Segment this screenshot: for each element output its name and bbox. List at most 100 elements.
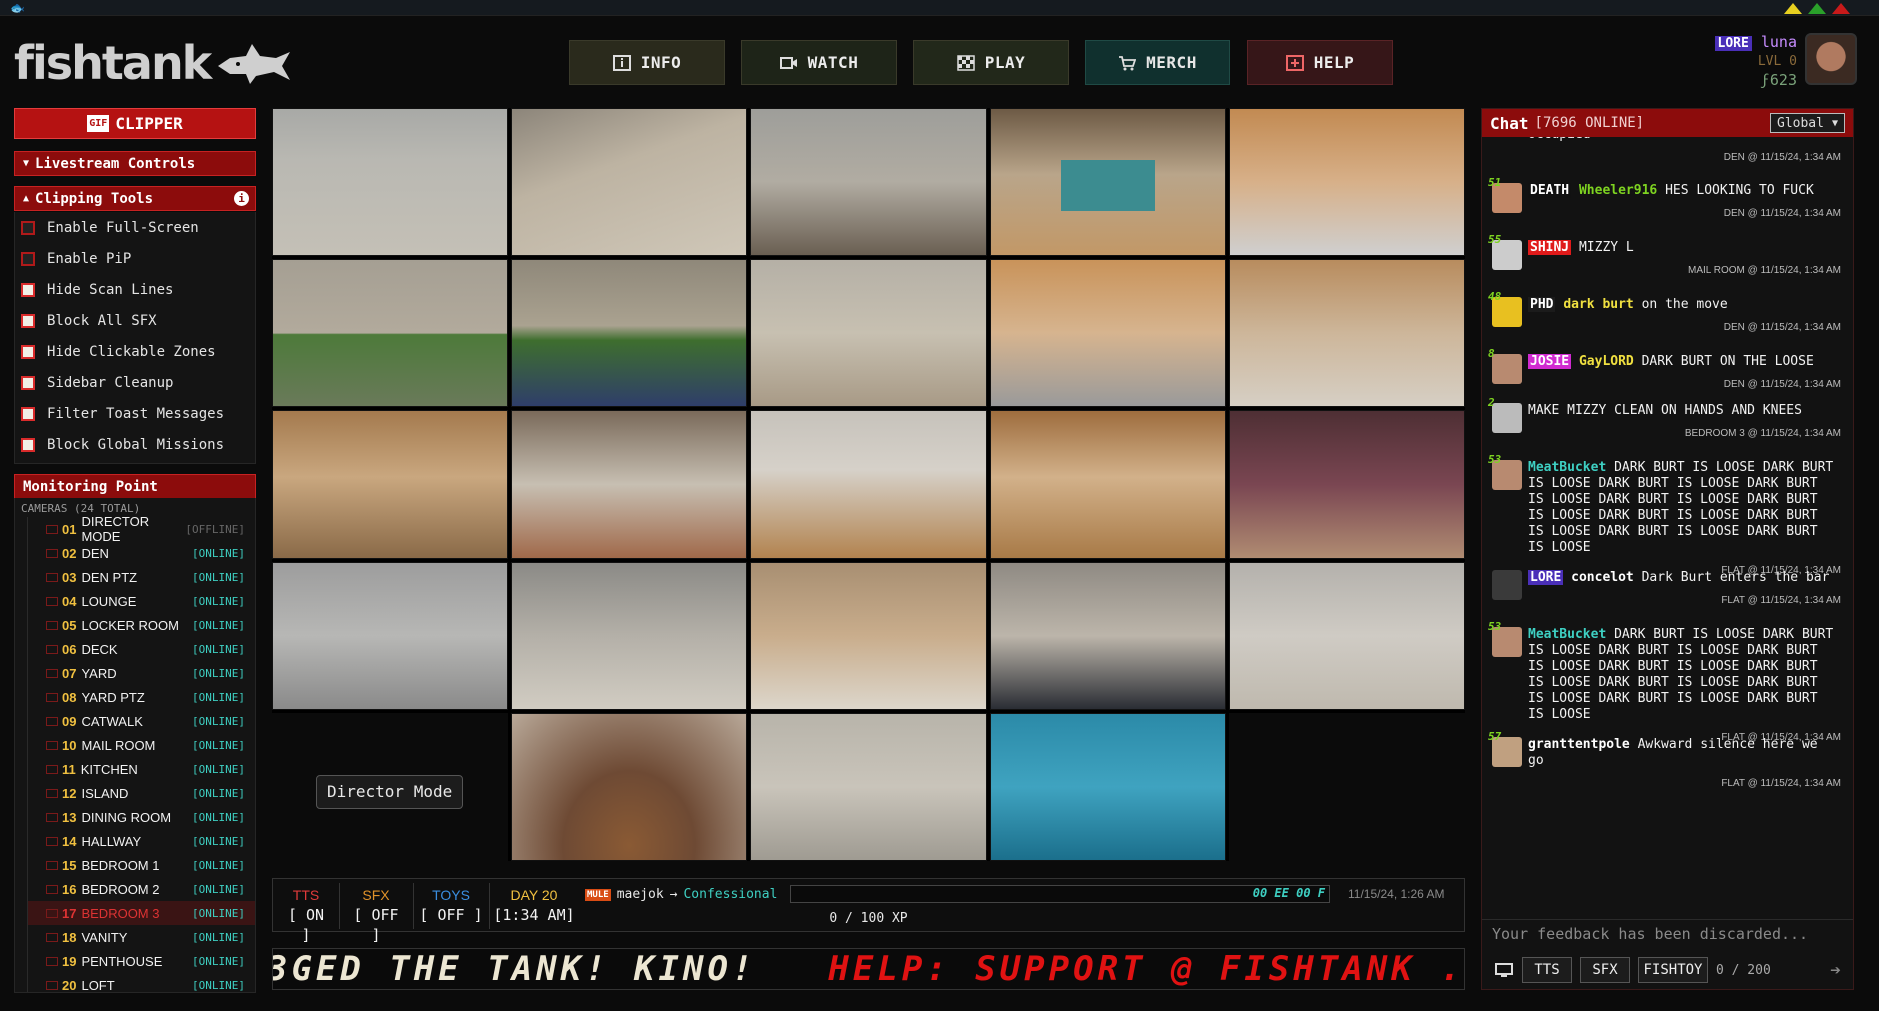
- checkbox[interactable]: [21, 313, 35, 328]
- camera-tile[interactable]: [750, 561, 987, 710]
- checkbox[interactable]: [21, 437, 35, 452]
- camera-item[interactable]: 14 HALLWAY [ONLINE]: [27, 829, 255, 853]
- chat-user[interactable]: dark burt: [1563, 297, 1633, 312]
- camera-tile[interactable]: [511, 108, 748, 257]
- camera-tile[interactable]: [511, 712, 748, 861]
- camera-item[interactable]: 01 DIRECTOR MODE [OFFLINE]: [27, 514, 255, 544]
- camera-tile[interactable]: [750, 259, 987, 408]
- camera-tile[interactable]: [989, 561, 1226, 710]
- livestream-controls-toggle[interactable]: ▼ Livestream Controls: [14, 151, 256, 176]
- camera-tile[interactable]: [272, 561, 509, 710]
- info-circle-icon[interactable]: i: [234, 191, 249, 206]
- camera-tile[interactable]: [272, 410, 509, 559]
- camera-item[interactable]: 19 PENTHOUSE [ONLINE]: [27, 949, 255, 973]
- camera-tile[interactable]: [1228, 561, 1465, 710]
- info-button[interactable]: INFO: [569, 40, 725, 85]
- checkbox[interactable]: [21, 282, 35, 297]
- camera-tile[interactable]: [989, 712, 1226, 861]
- fishtoy-chip[interactable]: FISHTOY: [1638, 957, 1708, 983]
- camera-item[interactable]: 17 BEDROOM 3 [ONLINE]: [27, 901, 255, 925]
- toys-label: TOYS: [432, 887, 470, 903]
- camera-item[interactable]: 03 DEN PTZ [ONLINE]: [27, 565, 255, 589]
- camera-tile[interactable]: [272, 108, 509, 257]
- help-button[interactable]: HELP: [1247, 40, 1393, 85]
- chat-input[interactable]: Your feedback has been discarded...: [1482, 919, 1853, 947]
- camera-tile[interactable]: [511, 259, 748, 408]
- tool-hide-scan-lines[interactable]: Hide Scan Lines: [15, 274, 255, 305]
- camera-icon: [46, 668, 58, 678]
- clipping-tools-toggle[interactable]: ▲ Clipping Tools i: [14, 186, 256, 211]
- tool-block-global-missions[interactable]: Block Global Missions: [15, 429, 255, 460]
- warning-yellow-icon[interactable]: [1784, 3, 1802, 14]
- chat-user[interactable]: GayLORD: [1579, 354, 1634, 369]
- camera-item[interactable]: 18 VANITY [ONLINE]: [27, 925, 255, 949]
- camera-item[interactable]: 05 LOCKER ROOM [ONLINE]: [27, 613, 255, 637]
- user-profile[interactable]: LORE luna LVL 0 ϝ623: [1714, 33, 1857, 89]
- tool-block-sfx[interactable]: Block All SFX: [15, 305, 255, 336]
- camera-tile[interactable]: [511, 410, 748, 559]
- camera-tile[interactable]: [989, 259, 1226, 408]
- camera-item[interactable]: 09 CATWALK [ONLINE]: [27, 709, 255, 733]
- fishtank-logo[interactable]: fishtank: [14, 36, 292, 90]
- camera-item[interactable]: 02 DEN [ONLINE]: [27, 541, 255, 565]
- camera-number: 08: [62, 689, 77, 705]
- camera-tile[interactable]: [989, 108, 1226, 257]
- chat-avatar[interactable]: [1492, 570, 1522, 600]
- tool-fullscreen[interactable]: Enable Full-Screen: [15, 212, 255, 243]
- checkbox[interactable]: [21, 251, 35, 266]
- tv-icon[interactable]: [1494, 961, 1514, 979]
- chat-avatar[interactable]: [1492, 403, 1522, 433]
- chat-user[interactable]: MeatBucket: [1528, 627, 1606, 642]
- camera-item[interactable]: 15 BEDROOM 1 [ONLINE]: [27, 853, 255, 877]
- send-arrow-icon[interactable]: ➔: [1830, 960, 1841, 981]
- status-red-icon[interactable]: [1832, 3, 1850, 14]
- camera-item[interactable]: 12 ISLAND [ONLINE]: [27, 781, 255, 805]
- camera-tile[interactable]: [511, 561, 748, 710]
- chat-user[interactable]: MeatBucket: [1528, 460, 1606, 475]
- camera-item[interactable]: 20 LOFT [ONLINE]: [27, 973, 255, 992]
- status-green-icon[interactable]: [1808, 3, 1826, 14]
- clipper-button[interactable]: GIF CLIPPER: [14, 108, 256, 139]
- camera-tile[interactable]: [750, 410, 987, 559]
- camera-tile[interactable]: [1228, 259, 1465, 408]
- camera-item[interactable]: 07 YARD [ONLINE]: [27, 661, 255, 685]
- tool-pip[interactable]: Enable PiP: [15, 243, 255, 274]
- tool-sidebar-cleanup[interactable]: Sidebar Cleanup: [15, 367, 255, 398]
- checkbox[interactable]: [21, 375, 35, 390]
- camera-item[interactable]: 11 KITCHEN [ONLINE]: [27, 757, 255, 781]
- checkbox[interactable]: [21, 344, 35, 359]
- chat-user[interactable]: Wheeler916: [1579, 183, 1657, 198]
- merch-button[interactable]: MERCH: [1085, 40, 1230, 85]
- camera-tile[interactable]: [989, 410, 1226, 559]
- mule-user[interactable]: maejok: [617, 887, 664, 902]
- camera-item[interactable]: 10 MAIL ROOM [ONLINE]: [27, 733, 255, 757]
- tool-filter-toasts[interactable]: Filter Toast Messages: [15, 398, 255, 429]
- tts-chip[interactable]: TTS: [1522, 957, 1572, 983]
- camera-tile[interactable]: [1228, 410, 1465, 559]
- avatar[interactable]: [1805, 33, 1857, 85]
- camera-item[interactable]: 08 YARD PTZ [ONLINE]: [27, 685, 255, 709]
- camera-tile[interactable]: [272, 259, 509, 408]
- camera-item[interactable]: 06 DECK [ONLINE]: [27, 637, 255, 661]
- chat-user[interactable]: granttentpole: [1528, 737, 1630, 752]
- camera-tile[interactable]: [750, 108, 987, 257]
- play-button[interactable]: PLAY: [913, 40, 1069, 85]
- chat-panel: Chat [7696 ONLINE] Global ▼ occupied DEN …: [1481, 108, 1854, 990]
- director-mode-button[interactable]: Director Mode: [316, 774, 464, 809]
- camera-number: 02: [62, 545, 77, 561]
- checkbox[interactable]: [21, 220, 35, 235]
- chat-scope-select[interactable]: Global ▼: [1770, 113, 1845, 133]
- camera-item[interactable]: 13 DINING ROOM [ONLINE]: [27, 805, 255, 829]
- watch-button[interactable]: WATCH: [741, 40, 897, 85]
- checkbox[interactable]: [21, 406, 35, 421]
- fish-mini-icon[interactable]: 🐟: [10, 1, 25, 15]
- camera-item[interactable]: 16 BEDROOM 2 [ONLINE]: [27, 877, 255, 901]
- camera-tile[interactable]: [750, 712, 987, 861]
- sfx-chip[interactable]: SFX: [1580, 957, 1630, 983]
- tool-hide-clickable-zones[interactable]: Hide Clickable Zones: [15, 336, 255, 367]
- camera-tile[interactable]: [1228, 108, 1465, 257]
- chat-user[interactable]: concelot: [1571, 570, 1634, 585]
- camera-icon: [46, 932, 58, 942]
- chat-avatar[interactable]: [1492, 354, 1522, 384]
- camera-item[interactable]: 04 LOUNGE [ONLINE]: [27, 589, 255, 613]
